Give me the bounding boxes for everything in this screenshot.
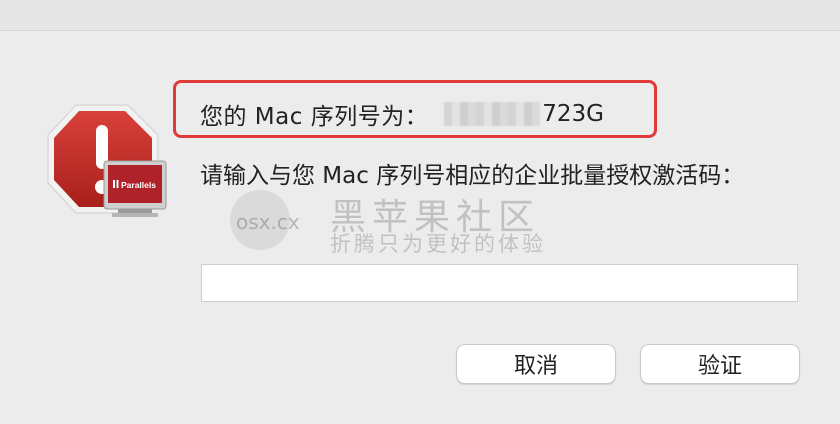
parallels-brand-text: Parallels bbox=[121, 180, 156, 190]
watermark-logo-icon bbox=[230, 190, 290, 250]
window-titlebar bbox=[0, 0, 840, 31]
serial-label: 您的 Mac 序列号为： bbox=[200, 104, 429, 130]
activation-code-input[interactable] bbox=[201, 264, 798, 302]
watermark: osx.cx 黑苹果社区 折腾只为更好的体验 bbox=[230, 188, 590, 258]
serial-redacted-mask bbox=[444, 102, 541, 126]
serial-visible-suffix: 723G bbox=[542, 101, 604, 127]
watermark-subtitle: 折腾只为更好的体验 bbox=[330, 232, 546, 256]
stop-sign-exclamation-icon: Parallels bbox=[46, 103, 168, 221]
watermark-title: 黑苹果社区 bbox=[330, 197, 541, 238]
verify-button[interactable]: 验证 bbox=[640, 344, 800, 384]
activation-prompt: 请输入与您 Mac 序列号相应的企业批量授权激活码： bbox=[200, 163, 745, 189]
serial-number-row: 您的 Mac 序列号为： 723G bbox=[200, 96, 604, 132]
parallels-activation-dialog: Parallels 您的 Mac 序列号为： 723G 请输入与您 Mac 序列… bbox=[0, 0, 840, 424]
cancel-button[interactable]: 取消 bbox=[456, 344, 616, 384]
watermark-url: osx.cx bbox=[236, 210, 300, 234]
